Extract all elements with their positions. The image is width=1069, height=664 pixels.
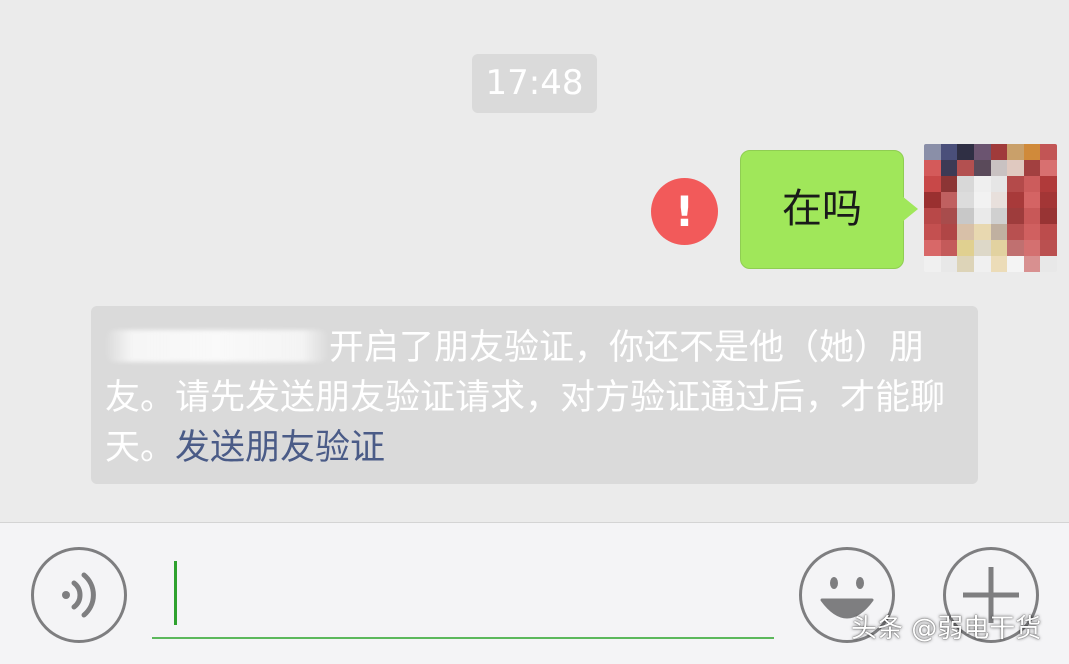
avatar-pixel [1007,144,1024,160]
avatar-pixel [990,208,1008,224]
avatar-pixel [924,176,941,192]
avatar-pixel [990,176,1008,192]
avatar-pixel [1023,224,1041,240]
avatar-pixel [1007,192,1024,208]
avatar-pixel [973,256,991,272]
avatar-pixel [973,176,991,192]
avatar-pixel [924,256,941,272]
avatar-pixel [940,192,958,208]
avatar-pixel [1023,192,1041,208]
avatar-pixel [940,208,958,224]
sent-message-text: 在吗 [782,186,862,232]
avatar-pixel [957,160,974,176]
avatar-pixel [1007,224,1024,240]
avatar-pixel [940,144,958,160]
avatar-pixel [1007,176,1024,192]
avatar-pixel [990,160,1008,176]
voice-button[interactable] [31,547,127,643]
avatar-pixel [940,224,958,240]
avatar-pixel [1040,224,1057,240]
avatar-pixel [1007,208,1024,224]
avatar-pixel [924,224,941,240]
avatar-pixel [973,144,991,160]
avatar-pixel [924,144,941,160]
avatar-pixel [940,256,958,272]
avatar-pixel [924,240,941,256]
message-timestamp: 17:48 [472,54,597,113]
avatar[interactable] [924,144,1057,272]
avatar-pixel [940,176,958,192]
avatar-pixel [1023,160,1041,176]
avatar-pixel [1040,144,1057,160]
avatar-pixel [1040,176,1057,192]
avatar-pixel [990,256,1008,272]
avatar-pixel [957,256,974,272]
avatar-pixel [990,192,1008,208]
avatar-pixel [1040,240,1057,256]
exclamation-icon[interactable]: ! [651,178,718,245]
chat-screen: 17:48 ! 在吗 开启了朋友验证，你还不是他（她）朋友。请先发送朋友验证请求… [0,0,1069,664]
avatar-pixel [924,192,941,208]
avatar-pixel [1007,256,1024,272]
blurred-contact-name [105,330,329,362]
avatar-pixel [1023,176,1041,192]
avatar-pixel [957,176,974,192]
bubble-tail [902,196,918,222]
avatar-pixel [973,192,991,208]
avatar-pixel [990,240,1008,256]
avatar-pixel [924,208,941,224]
avatar-pixel [1007,160,1024,176]
avatar-pixel [940,240,958,256]
avatar-pixel [1023,208,1041,224]
avatar-pixel [1023,144,1041,160]
avatar-pixel [973,224,991,240]
avatar-pixel [1023,256,1041,272]
sent-message-bubble[interactable]: 在吗 [740,150,904,269]
text-caret [174,561,177,625]
send-verification-link[interactable]: 发送朋友验证 [175,428,385,468]
message-input[interactable] [152,561,774,639]
avatar-pixel [957,208,974,224]
avatar-pixel [957,240,974,256]
avatar-pixel [957,224,974,240]
avatar-pixel [1040,208,1057,224]
avatar-pixel [940,160,958,176]
avatar-pixel [973,160,991,176]
watermark: 头条 @弱电干货 [851,614,1042,644]
avatar-pixel [990,224,1008,240]
avatar-pixel [973,240,991,256]
avatar-pixel [924,160,941,176]
avatar-pixel [973,208,991,224]
system-notice: 开启了朋友验证，你还不是他（她）朋友。请先发送朋友验证请求，对方验证通过后，才能… [91,306,978,484]
avatar-pixel [990,144,1008,160]
avatar-pixel [1007,240,1024,256]
avatar-pixel [1040,256,1057,272]
avatar-pixel [1023,240,1041,256]
avatar-pixel [1040,192,1057,208]
avatar-pixel [957,144,974,160]
message-list[interactable]: 17:48 ! 在吗 开启了朋友验证，你还不是他（她）朋友。请先发送朋友验证请求… [0,0,1069,522]
voice-icon [62,572,96,618]
avatar-pixel [1040,160,1057,176]
avatar-pixel [957,192,974,208]
